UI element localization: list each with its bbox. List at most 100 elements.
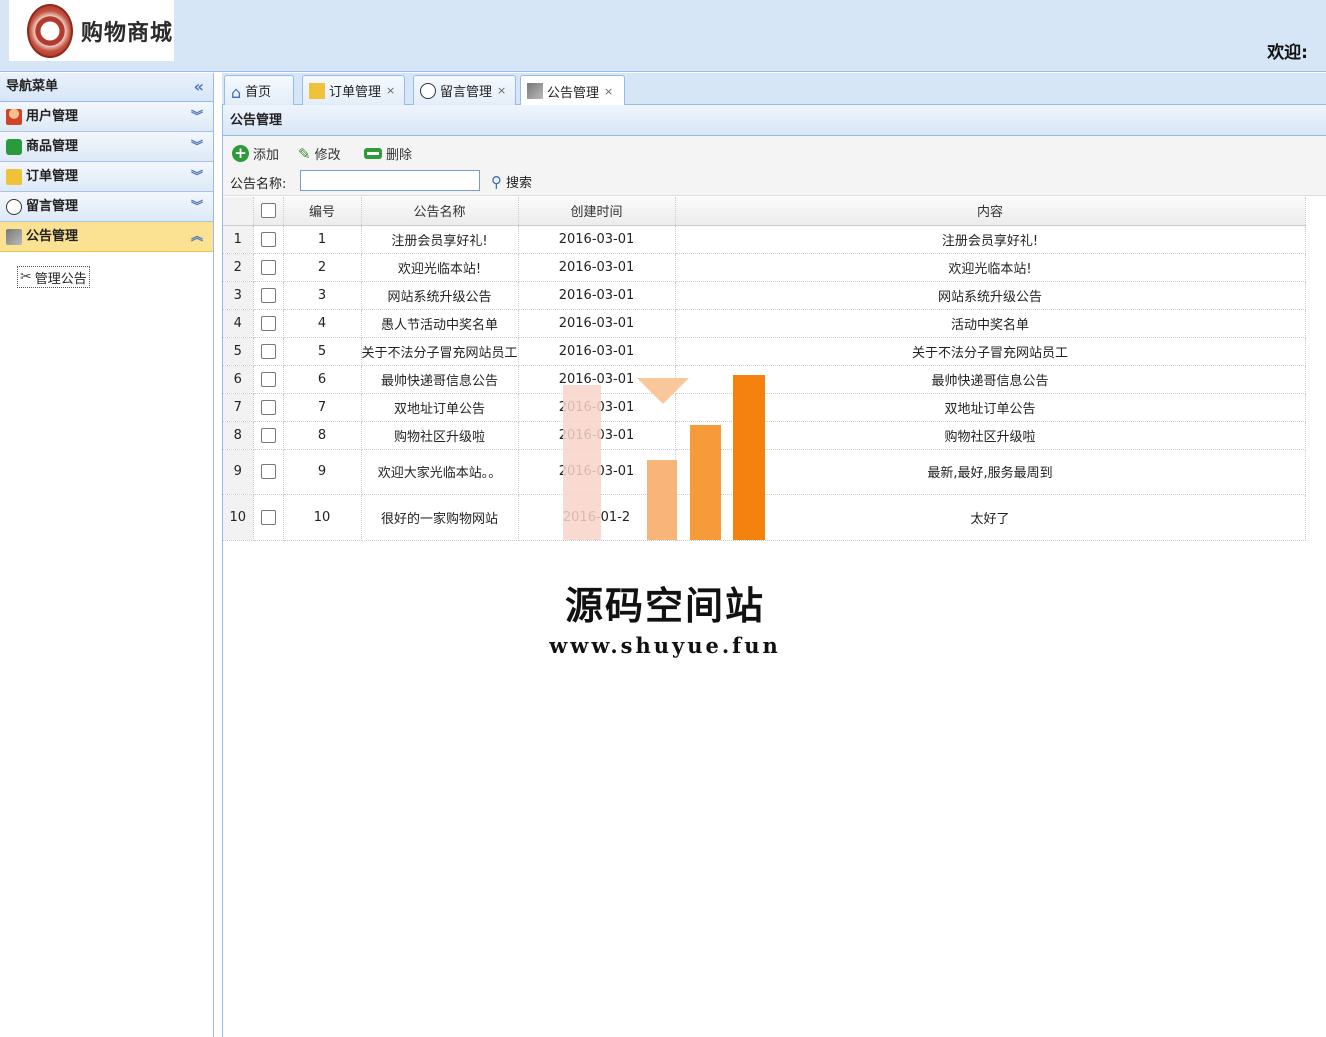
cell-id: 10 — [283, 494, 362, 541]
row-checkbox-cell[interactable] — [253, 225, 284, 254]
sidebar-item-message-management[interactable]: 留言管理 ︾ — [0, 192, 213, 222]
select-all-checkbox[interactable] — [260, 203, 276, 219]
row-checkbox[interactable] — [260, 464, 276, 479]
row-checkbox[interactable] — [260, 509, 276, 525]
table-row[interactable]: 4 4 愚人节活动中奖名单 2016-03-01 活动中奖名单 — [223, 309, 1306, 338]
tab-label: 订单管理 — [329, 85, 382, 100]
row-number: 2 — [223, 253, 254, 282]
cell-content: 欢迎光临本站! — [675, 253, 1306, 282]
table-row[interactable]: 3 3 网站系统升级公告 2016-03-01 网站系统升级公告 — [223, 281, 1306, 310]
table-row[interactable]: 5 5 关于不法分子冒充网站员工 2016-03-01 关于不法分子冒充网站员工 — [223, 337, 1306, 366]
row-checkbox[interactable] — [260, 315, 276, 331]
row-checkbox-cell[interactable] — [253, 365, 284, 394]
logo-seal-icon — [27, 3, 73, 58]
cell-time: 2016-03-01 — [518, 253, 676, 282]
tab-label: 首页 — [245, 85, 272, 100]
add-button-label: 添加 — [253, 147, 280, 163]
notice-icon — [6, 228, 22, 245]
cell-name: 欢迎大家光临本站。。 — [361, 449, 519, 495]
add-button[interactable]: + 添加 — [232, 143, 279, 163]
chevron-down-icon[interactable]: ︾ — [191, 192, 203, 221]
chevron-up-icon[interactable]: ︽ — [191, 222, 203, 251]
cell-id: 9 — [283, 449, 362, 495]
table-row[interactable]: 1 1 注册会员享好礼! 2016-03-01 注册会员享好礼! — [223, 225, 1306, 254]
row-checkbox-cell[interactable] — [253, 337, 284, 366]
column-header-name[interactable]: 公告名称 — [361, 197, 519, 226]
minus-icon — [364, 147, 382, 159]
row-checkbox[interactable] — [260, 343, 276, 359]
cell-name: 双地址订单公告 — [361, 393, 519, 422]
search-label: 公告名称: — [230, 177, 287, 192]
cell-content: 最新,最好,服务最周到 — [675, 449, 1306, 495]
row-checkbox[interactable] — [260, 287, 276, 303]
cell-id: 1 — [283, 225, 362, 254]
edit-button[interactable]: ✎ 修改 — [298, 143, 341, 163]
sidebar-item-notice-management[interactable]: 公告管理 ︽ — [0, 222, 213, 252]
table-row[interactable]: 9 9 欢迎大家光临本站。。 2016-03-01 最新,最好,服务最周到 — [223, 449, 1306, 495]
search-button[interactable]: ⚲ 搜索 — [491, 172, 532, 192]
close-icon[interactable]: × — [497, 84, 506, 97]
message-icon — [6, 198, 22, 215]
sidebar-item-order-management[interactable]: 订单管理 ︾ — [0, 162, 213, 192]
cell-name: 关于不法分子冒充网站员工 — [361, 337, 519, 366]
logo-text: 购物商城 — [81, 19, 174, 46]
cell-id: 2 — [283, 253, 362, 282]
close-icon[interactable]: × — [386, 84, 395, 97]
tools-icon: ✂ — [20, 269, 32, 285]
chevron-down-icon[interactable]: ︾ — [191, 132, 203, 161]
cell-time: 2016-03-01 — [518, 365, 676, 394]
cell-name: 注册会员享好礼! — [361, 225, 519, 254]
column-header-time[interactable]: 创建时间 — [518, 197, 676, 226]
row-checkbox-cell[interactable] — [253, 393, 284, 422]
cell-time: 2016-03-01 — [518, 309, 676, 338]
row-checkbox[interactable] — [260, 231, 276, 247]
row-checkbox[interactable] — [260, 371, 276, 387]
tab-home[interactable]: ⌂ 首页 — [224, 75, 294, 105]
notice-grid: 编号 公告名称 创建时间 内容 1 1 注册会员享好礼! 2016-03-01 … — [223, 197, 1326, 541]
table-row[interactable]: 10 10 很好的一家购物网站 2016-01-2 太好了 — [223, 494, 1306, 541]
row-checkbox-cell[interactable] — [253, 449, 284, 495]
tab-bar: ⌂ 首页 订单管理 × 留言管理 × 公告管理 × — [222, 73, 1326, 106]
cell-time: 2016-03-01 — [518, 421, 676, 450]
sidebar-item-user-management[interactable]: 用户管理 ︾ — [0, 102, 213, 132]
row-number: 10 — [223, 494, 254, 541]
site-logo[interactable]: 购物商城 — [9, 0, 174, 61]
table-row[interactable]: 8 8 购物社区升级啦 2016-03-01 购物社区升级啦 — [223, 421, 1306, 450]
table-row[interactable]: 6 6 最帅快递哥信息公告 2016-03-01 最帅快递哥信息公告 — [223, 365, 1306, 394]
table-row[interactable]: 7 7 双地址订单公告 2016-03-01 双地址订单公告 — [223, 393, 1306, 422]
row-checkbox[interactable] — [260, 427, 276, 443]
tab-order-management[interactable]: 订单管理 × — [302, 75, 405, 105]
cell-content: 网站系统升级公告 — [675, 281, 1306, 310]
collapse-sidebar-icon[interactable]: « — [194, 73, 204, 101]
column-header-id[interactable]: 编号 — [283, 197, 362, 226]
sidebar-subitem-manage-notice[interactable]: ✂ 管理公告 — [17, 266, 90, 288]
cell-time: 2016-03-01 — [518, 393, 676, 422]
row-number: 4 — [223, 309, 254, 338]
select-all-checkbox-header[interactable] — [253, 197, 284, 226]
close-icon[interactable]: × — [604, 85, 613, 98]
row-checkbox-cell[interactable] — [253, 494, 284, 541]
tab-notice-management[interactable]: 公告管理 × — [520, 75, 625, 106]
user-icon — [6, 108, 22, 125]
row-checkbox-cell[interactable] — [253, 281, 284, 310]
sidebar-item-label: 公告管理 — [26, 229, 79, 244]
tab-message-management[interactable]: 留言管理 × — [413, 75, 516, 105]
row-checkbox-cell[interactable] — [253, 309, 284, 338]
delete-button[interactable]: 删除 — [364, 143, 412, 163]
row-checkbox[interactable] — [260, 399, 276, 415]
cell-name: 购物社区升级啦 — [361, 421, 519, 450]
rownum-header — [223, 197, 254, 226]
row-checkbox-cell[interactable] — [253, 421, 284, 450]
panel-title: 公告管理 — [223, 105, 1326, 136]
cell-name: 最帅快递哥信息公告 — [361, 365, 519, 394]
chevron-down-icon[interactable]: ︾ — [191, 102, 203, 131]
cell-id: 7 — [283, 393, 362, 422]
chevron-down-icon[interactable]: ︾ — [191, 162, 203, 191]
table-row[interactable]: 2 2 欢迎光临本站! 2016-03-01 欢迎光临本站! — [223, 253, 1306, 282]
row-checkbox[interactable] — [260, 259, 276, 275]
column-header-content[interactable]: 内容 — [675, 197, 1306, 226]
row-checkbox-cell[interactable] — [253, 253, 284, 282]
row-number: 8 — [223, 421, 254, 450]
sidebar-item-goods-management[interactable]: 商品管理 ︾ — [0, 132, 213, 162]
notice-name-search-input[interactable] — [300, 170, 480, 191]
